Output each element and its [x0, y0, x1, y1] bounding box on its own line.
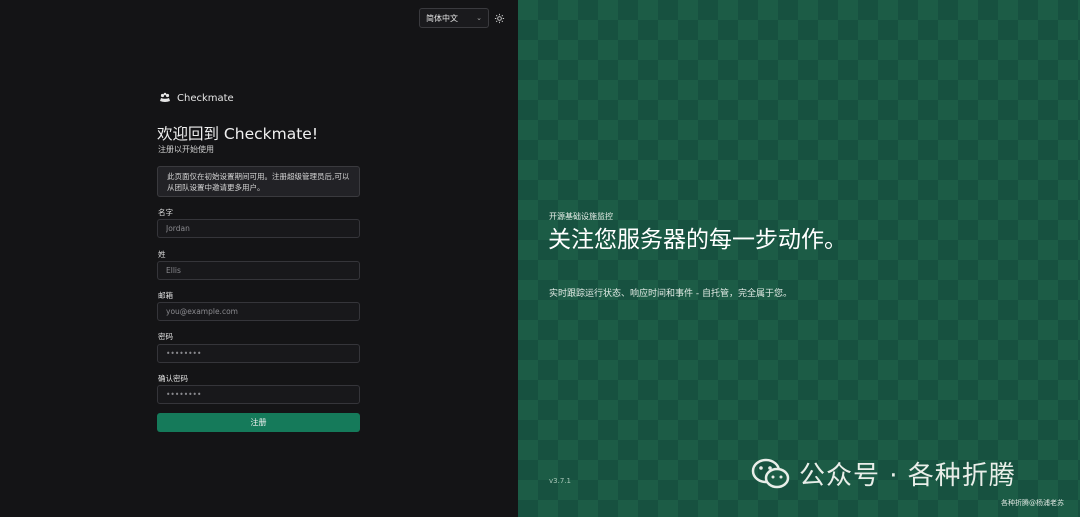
version-label: v3.7.1 [549, 477, 571, 485]
email-input[interactable] [157, 302, 360, 321]
email-label: 邮箱 [158, 291, 173, 300]
first-name-input[interactable] [157, 219, 360, 238]
hero-panel [518, 0, 1080, 517]
first-name-label: 名字 [158, 208, 173, 217]
password-input[interactable] [157, 344, 360, 363]
hero-title: 关注您服务器的每一步动作。 [548, 227, 847, 253]
watermark-credit: 各种折腾@杨浦老苏 [1001, 499, 1064, 507]
confirm-password-label: 确认密码 [158, 374, 188, 383]
setup-notice: 此页面仅在初始设置期间可用。注册超级管理员后,可以从团队设置中邀请更多用户。 [157, 166, 360, 197]
page-title: 欢迎回到 Checkmate! [157, 125, 319, 143]
brand: Checkmate [158, 92, 234, 104]
hero-eyebrow: 开源基础设施监控 [549, 212, 613, 221]
last-name-input[interactable] [157, 261, 360, 280]
hero-description: 实时跟踪运行状态、响应时间和事件 - 自托管，完全属于您。 [549, 289, 792, 299]
brand-name: Checkmate [177, 92, 234, 104]
language-select-value: 简体中文 [426, 13, 458, 23]
confirm-password-input[interactable] [157, 385, 360, 404]
sun-icon [494, 13, 504, 23]
checkmate-logo-icon [160, 92, 170, 102]
watermark: 公众号 · 各种折腾 [751, 455, 1016, 492]
password-label: 密码 [158, 332, 173, 341]
last-name-label: 姓 [158, 250, 166, 259]
auth-panel [0, 0, 518, 517]
watermark-text: 公众号 · 各种折腾 [799, 461, 1016, 491]
language-select[interactable]: 简体中文 ⌄ [419, 8, 489, 28]
chevron-down-icon: ⌄ [476, 14, 482, 22]
theme-toggle-button[interactable] [493, 12, 505, 24]
page-subtitle: 注册以开始使用 [158, 145, 214, 154]
register-button[interactable]: 注册 [157, 413, 360, 432]
wechat-icon [751, 458, 790, 488]
